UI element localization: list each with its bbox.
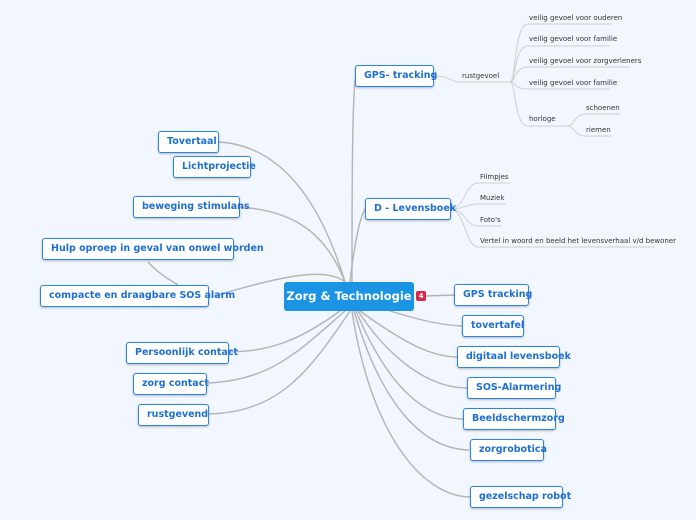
node-persoonlijk-contact[interactable]: Persoonlijk contact xyxy=(126,342,238,364)
leaf-veilig-zorgverleners[interactable]: veilig gevoel voor zorgverleners xyxy=(529,56,641,66)
leaf-filmpjes[interactable]: Filmpjes xyxy=(480,172,509,182)
leaf-riemen[interactable]: riemen xyxy=(586,125,611,135)
connector xyxy=(147,261,179,286)
node-zorg-contact[interactable]: zorg contact xyxy=(133,373,209,395)
collapse-badge[interactable]: 4 xyxy=(416,291,426,301)
node-compacte-sos-alarm[interactable]: compacte en draagbare SOS alarm xyxy=(40,285,235,307)
connector xyxy=(509,23,612,83)
connector xyxy=(226,310,341,353)
connector xyxy=(389,310,463,327)
node-tovertaal[interactable]: Tovertaal xyxy=(158,131,219,153)
node-gps-tracking[interactable]: GPS tracking xyxy=(454,284,532,306)
connector xyxy=(353,310,470,451)
connector xyxy=(425,294,455,297)
node-tovertafel[interactable]: tovertafel xyxy=(462,315,524,337)
leaf-veilig-ouderen[interactable]: veilig gevoel voor ouderen xyxy=(529,13,622,23)
leaf-vertel[interactable]: Vertel in woord en beeld het levensverha… xyxy=(480,236,676,246)
node-hulp-oproep[interactable]: Hulp oproep in geval van onwel worden xyxy=(42,238,264,260)
leaf-veilig-familie-2[interactable]: veilig gevoel voor familie xyxy=(529,78,617,88)
node-zorgrobotica[interactable]: zorgrobotica xyxy=(470,439,547,461)
leaf-muziek[interactable]: Muziek xyxy=(480,193,504,203)
leaf-horloge[interactable]: horloge xyxy=(529,114,556,124)
node-sos-alarmering[interactable]: SOS-Alarmering xyxy=(467,377,561,399)
leaf-rustgevoel[interactable]: rustgevoel xyxy=(462,71,499,81)
node-beeldschermzorg[interactable]: Beeldschermzorg xyxy=(463,408,565,430)
node-gezelschap-robot[interactable]: gezelschap robot xyxy=(470,486,571,508)
leaf-fotos[interactable]: Foto's xyxy=(480,215,501,225)
leaf-schoenen[interactable]: schoenen xyxy=(586,103,620,113)
leaf-veilig-familie[interactable]: veilig gevoel voor familie xyxy=(529,34,617,44)
central-topic[interactable]: Zorg & Technologie xyxy=(284,282,414,311)
node-digitaal-levensboek[interactable]: digitaal levensboek xyxy=(457,346,571,368)
node-gps-tracking-branch[interactable]: GPS- tracking xyxy=(355,65,437,87)
node-beweging-stimulans[interactable]: beweging stimulans xyxy=(133,196,250,218)
node-lichtprojectie[interactable]: Lichtprojectie xyxy=(173,156,256,178)
connector xyxy=(355,310,464,420)
node-levensboek[interactable]: D - Levensboek xyxy=(365,198,456,220)
node-rustgevend[interactable]: rustgevend xyxy=(138,404,209,426)
